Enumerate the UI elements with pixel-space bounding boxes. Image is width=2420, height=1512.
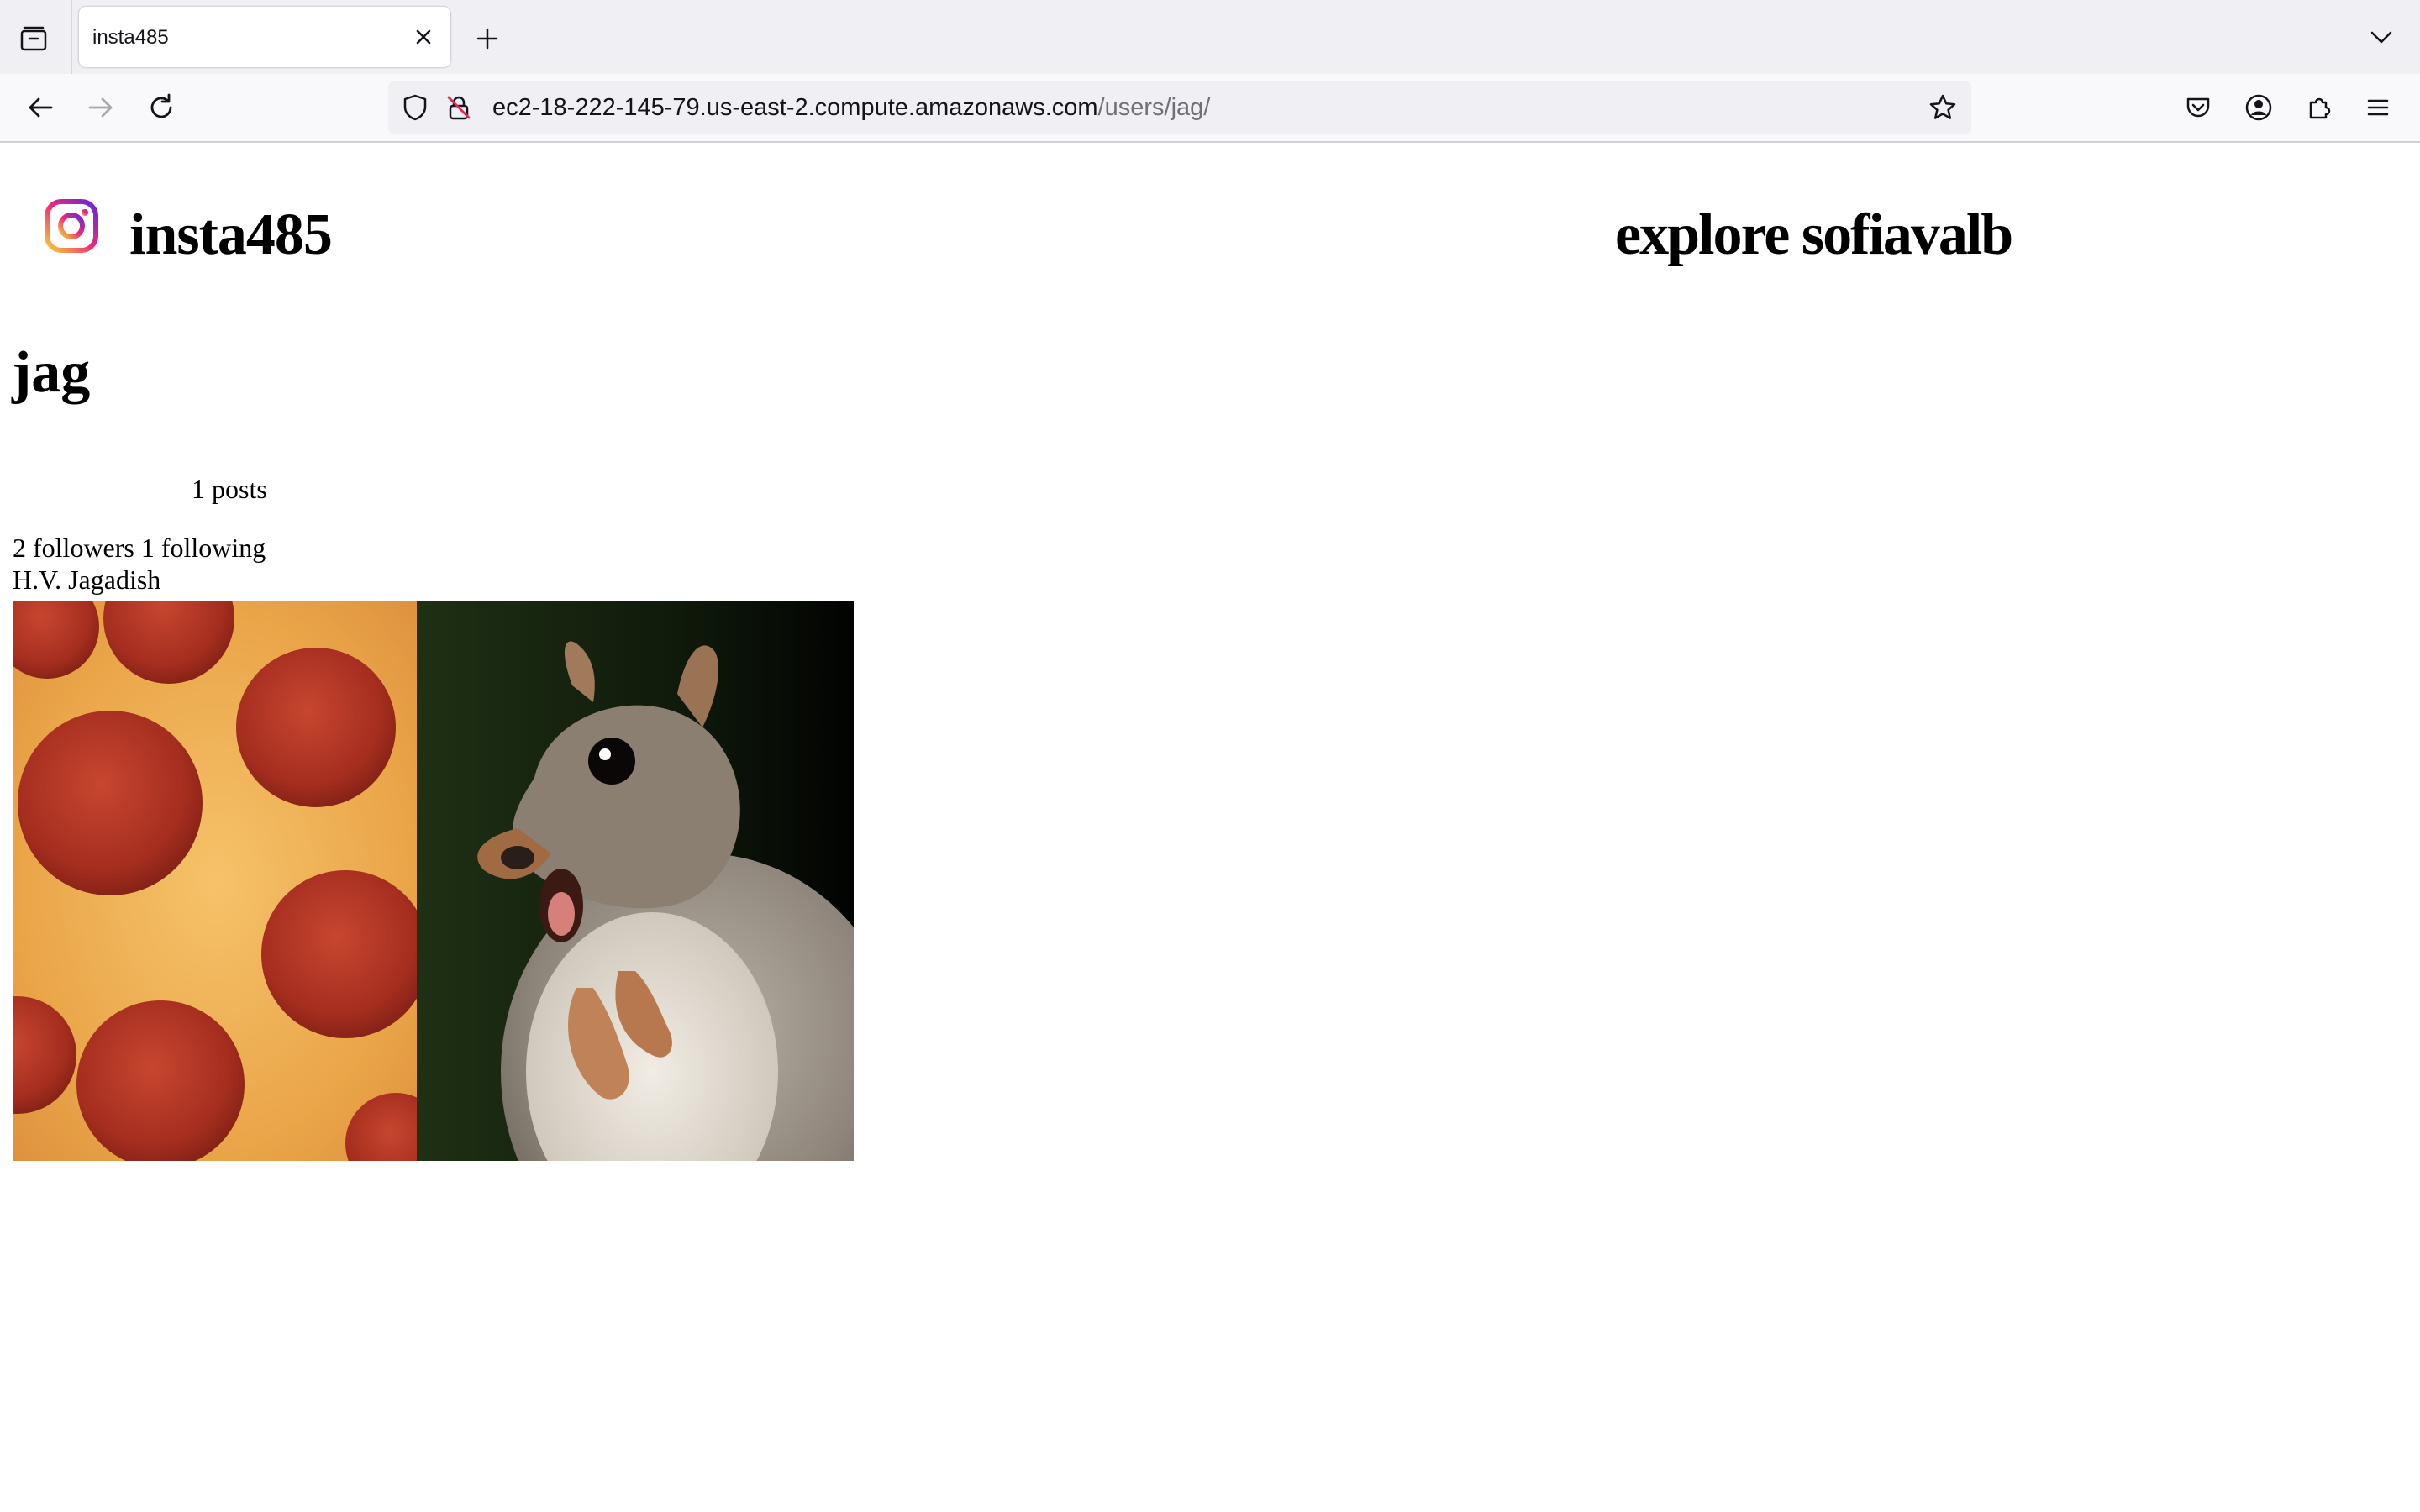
reload-icon bbox=[150, 93, 172, 118]
tab-title: insta485 bbox=[92, 26, 169, 49]
tab-close-button[interactable] bbox=[408, 22, 439, 52]
posts-count: 1 posts bbox=[192, 474, 267, 504]
pocket-icon bbox=[2186, 97, 2210, 118]
bookmark-button[interactable] bbox=[1924, 89, 1961, 126]
new-tab-button[interactable] bbox=[469, 20, 506, 57]
post-thumbnail[interactable] bbox=[13, 601, 854, 1161]
tracking-protection-button[interactable] bbox=[398, 91, 432, 124]
page-content: insta485 explore sofiavalb jag 1 posts 2… bbox=[0, 143, 2420, 1512]
forward-button[interactable] bbox=[81, 87, 121, 128]
chevron-down-icon bbox=[2370, 31, 2392, 44]
tab-bar: insta485 bbox=[0, 0, 2420, 74]
active-tab[interactable]: insta485 bbox=[79, 7, 450, 67]
site-security-button[interactable] bbox=[442, 91, 476, 124]
navigation-toolbar: ec2-18-222-145-79.us-east-2.compute.amaz… bbox=[0, 74, 2420, 143]
tab-list-icon bbox=[20, 26, 47, 51]
explore-link[interactable]: explore bbox=[1615, 202, 1790, 267]
url-text[interactable]: ec2-18-222-145-79.us-east-2.compute.amaz… bbox=[492, 94, 1210, 122]
back-arrow-icon bbox=[29, 97, 53, 118]
plus-icon bbox=[476, 28, 498, 50]
puzzle-icon bbox=[2309, 97, 2331, 119]
forward-arrow-icon bbox=[88, 97, 113, 118]
extensions-button[interactable] bbox=[2299, 87, 2339, 128]
current-user-link[interactable]: sofiavalb bbox=[1802, 202, 2013, 267]
app-menu-button[interactable] bbox=[2358, 87, 2398, 128]
account-button[interactable] bbox=[2238, 87, 2279, 128]
back-button[interactable] bbox=[20, 87, 60, 128]
header-nav: explore sofiavalb bbox=[1615, 202, 2013, 269]
url-bar[interactable]: ec2-18-222-145-79.us-east-2.compute.amaz… bbox=[388, 81, 1971, 134]
following-link[interactable]: 1 following bbox=[141, 533, 266, 563]
close-icon bbox=[416, 29, 431, 45]
profile-full-name: H.V. Jagadish bbox=[13, 564, 161, 595]
tab-list-button[interactable] bbox=[15, 20, 52, 57]
profile-username: jag bbox=[12, 340, 91, 405]
url-path: /users/jag/ bbox=[1097, 94, 1211, 121]
instagram-logo-icon[interactable] bbox=[44, 198, 99, 254]
insecure-lock-icon bbox=[447, 96, 471, 120]
reload-button[interactable] bbox=[141, 87, 182, 128]
pocket-button[interactable] bbox=[2178, 87, 2218, 128]
list-all-tabs-button[interactable] bbox=[2363, 18, 2400, 55]
followers-link[interactable]: 2 followers bbox=[13, 533, 134, 563]
follow-stats: 2 followers 1 following bbox=[13, 533, 266, 564]
brand-link[interactable]: insta485 bbox=[129, 202, 333, 269]
hamburger-menu-icon bbox=[2367, 99, 2389, 116]
url-host: ec2-18-222-145-79.us-east-2.compute.amaz… bbox=[492, 94, 1098, 121]
post-photo bbox=[13, 601, 854, 1161]
star-icon bbox=[1929, 94, 1956, 119]
account-icon bbox=[2245, 94, 2272, 121]
shield-icon bbox=[403, 94, 427, 121]
tab-separator bbox=[71, 0, 72, 74]
